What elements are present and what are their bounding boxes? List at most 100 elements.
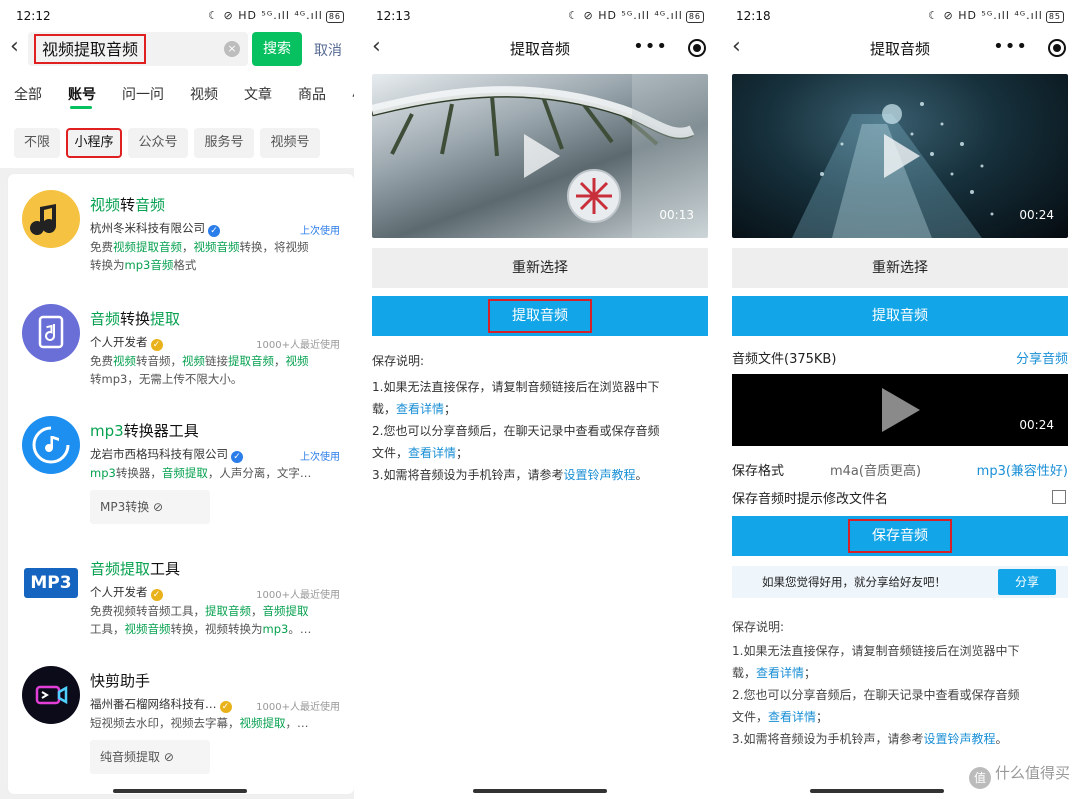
status-icons: ☾ ⊘ HD ⁵ᴳ.ıll ⁴ᴳ.ıll 86 bbox=[208, 9, 344, 23]
result-developer: 杭州冬米科技有限公司 ✓ bbox=[90, 220, 220, 237]
save-audio-highlight: 保存音频 bbox=[848, 519, 952, 553]
share-button[interactable]: 分享 bbox=[998, 569, 1056, 595]
back-arrow-icon[interactable]: ‹ bbox=[10, 34, 19, 59]
result-meta: 上次使用 bbox=[300, 452, 340, 463]
save-audio-button[interactable]: 保存音频 bbox=[732, 516, 1068, 556]
result-meta: 上次使用 bbox=[300, 226, 340, 237]
details-link[interactable]: 查看详情 bbox=[756, 666, 804, 680]
music-file-icon bbox=[22, 304, 80, 362]
result-developer: 龙岩市西格玛科技有限公司 ✓ bbox=[90, 446, 243, 463]
close-mini-program-icon[interactable] bbox=[1048, 39, 1066, 57]
video-camera-icon bbox=[22, 666, 80, 724]
mp3-convert-button[interactable]: MP3转换 ⊘ bbox=[90, 490, 210, 524]
status-icons: ☾ ⊘ HD ⁵ᴳ.ıll ⁴ᴳ.ıll 86 bbox=[568, 9, 704, 23]
save-format-label: 保存格式 bbox=[732, 464, 785, 479]
details-link[interactable]: 查看详情 bbox=[768, 710, 816, 724]
status-time: 12:18 bbox=[736, 9, 771, 23]
format-mp3-option[interactable]: mp3(兼容性好) bbox=[977, 460, 1068, 479]
play-icon[interactable] bbox=[524, 134, 560, 178]
watermark: 值什么值得买 bbox=[968, 762, 1070, 789]
save-notes: 保存说明: 1.如果无法直接保存，请复制音频链接后在浏览器中下 载，查看详情； … bbox=[372, 350, 706, 486]
details-link[interactable]: 查看详情 bbox=[396, 402, 444, 416]
battery-icon: 85 bbox=[1045, 11, 1064, 23]
rename-row: 保存音频时提示修改文件名 bbox=[732, 488, 1068, 507]
result-developer: 个人开发者 ✓ bbox=[90, 584, 163, 601]
share-audio-link[interactable]: 分享音频 bbox=[1016, 348, 1068, 367]
list-item[interactable]: mp3转换器工具 龙岩市西格玛科技有限公司 ✓ 上次使用 mp3转换器，音频提取，… bbox=[8, 402, 354, 540]
extract-audio-button[interactable]: 提取音频 bbox=[732, 296, 1068, 336]
chip-mini-program[interactable]: 小程序 bbox=[66, 128, 122, 158]
list-item[interactable]: MP3 音频提取工具 个人开发者 ✓ 1000+人最近使用 免费视频转音频工具，提… bbox=[8, 540, 354, 652]
category-tabs: 全部 账号 问一问 视频 文章 商品 小 bbox=[0, 84, 360, 109]
chip-official-account[interactable]: 公众号 bbox=[128, 128, 188, 158]
result-meta: 1000+人最近使用 bbox=[256, 702, 340, 713]
chip-channels[interactable]: 视频号 bbox=[260, 128, 320, 158]
video-duration: 00:13 bbox=[659, 208, 694, 222]
format-m4a-option[interactable]: m4a(音质更高) bbox=[830, 460, 921, 479]
video-player[interactable]: 00:24 bbox=[732, 74, 1068, 238]
ringtone-tutorial-link[interactable]: 设置铃声教程 bbox=[563, 468, 635, 482]
tab-all[interactable]: 全部 bbox=[14, 84, 42, 104]
search-query-highlight: 视频提取音频 bbox=[34, 34, 147, 64]
cancel-button[interactable]: 取消 bbox=[314, 40, 342, 60]
active-tab-underline bbox=[70, 106, 92, 109]
audio-player[interactable]: 00:24 bbox=[732, 374, 1068, 446]
clear-icon[interactable]: × bbox=[224, 41, 240, 57]
share-banner: 如果您觉得好用，就分享给好友吧！ 分享 bbox=[732, 566, 1068, 598]
audio-file-row: 音频文件(375KB) 分享音频 bbox=[732, 348, 1068, 367]
extract-audio-screen-after: 12:18 ☾ ⊘ HD ⁵ᴳ.ıll ⁴ᴳ.ıll 85 ‹ 提取音频 ••• … bbox=[720, 0, 1080, 799]
chip-service-account[interactable]: 服务号 bbox=[194, 128, 254, 158]
verified-icon: ✓ bbox=[150, 339, 163, 351]
search-input[interactable]: 视频提取音频 × bbox=[28, 32, 248, 66]
result-title: 音频转换提取 bbox=[90, 310, 181, 328]
result-description: 免费视频转音频工具，提取音频，音频提取 工具，视频音频转换，视频转换为mp3。… bbox=[90, 604, 312, 636]
list-item[interactable]: 快剪助手 福州番石榴网络科技有… ✓ 1000+人最近使用 短视频去水印，视频去字… bbox=[8, 652, 354, 794]
save-format-row: 保存格式 m4a(音质更高) mp3(兼容性好) bbox=[732, 460, 1068, 479]
chip-unlimited[interactable]: 不限 bbox=[14, 128, 60, 158]
close-mini-program-icon[interactable] bbox=[688, 39, 706, 57]
status-bar: 12:18 ☾ ⊘ HD ⁵ᴳ.ıll ⁴ᴳ.ıll 85 bbox=[720, 0, 1080, 32]
tab-article[interactable]: 文章 bbox=[244, 84, 272, 104]
verified-icon: ✓ bbox=[231, 451, 243, 463]
extract-audio-button[interactable]: 提取音频 bbox=[372, 296, 708, 336]
result-meta: 1000+人最近使用 bbox=[256, 340, 340, 351]
verified-icon: ✓ bbox=[208, 225, 220, 237]
rename-checkbox[interactable] bbox=[1052, 490, 1066, 504]
list-item[interactable]: 音频转换提取 个人开发者 ✓ 1000+人最近使用 免费视频转音频，视频链接提取音… bbox=[8, 290, 354, 402]
result-title: mp3转换器工具 bbox=[90, 422, 199, 440]
result-developer: 个人开发者 ✓ bbox=[90, 334, 163, 351]
audio-sync-icon bbox=[22, 416, 80, 474]
mp3-logo-icon: MP3 bbox=[22, 554, 80, 612]
tab-account[interactable]: 账号 bbox=[68, 84, 96, 104]
home-indicator bbox=[113, 789, 247, 793]
result-title: 快剪助手 bbox=[90, 672, 151, 690]
result-title: 音频提取工具 bbox=[90, 560, 181, 578]
tab-goods[interactable]: 商品 bbox=[298, 84, 326, 104]
reselect-button[interactable]: 重新选择 bbox=[732, 248, 1068, 288]
battery-icon: 86 bbox=[325, 11, 344, 23]
status-bar: 12:13 ☾ ⊘ HD ⁵ᴳ.ıll ⁴ᴳ.ıll 86 bbox=[360, 0, 720, 32]
more-icon[interactable]: ••• bbox=[633, 36, 668, 57]
reselect-button[interactable]: 重新选择 bbox=[372, 248, 708, 288]
play-icon[interactable] bbox=[884, 134, 920, 178]
notes-title: 保存说明: bbox=[732, 620, 785, 634]
tab-video[interactable]: 视频 bbox=[190, 84, 218, 104]
audio-extract-button[interactable]: 纯音频提取 ⊘ bbox=[90, 740, 210, 774]
share-banner-text: 如果您觉得好用，就分享给好友吧！ bbox=[762, 575, 946, 589]
result-description: mp3转换器，音频提取，人声分离，文字… bbox=[90, 466, 312, 480]
extract-audio-screen-before: 12:13 ☾ ⊘ HD ⁵ᴳ.ıll ⁴ᴳ.ıll 86 ‹ 提取音频 ••• … bbox=[360, 0, 720, 799]
search-results-screen: 12:12 ☾ ⊘ HD ⁵ᴳ.ıll ⁴ᴳ.ıll 86 ‹ 视频提取音频 × … bbox=[0, 0, 360, 799]
video-player[interactable]: 00:13 bbox=[372, 74, 708, 238]
details-link[interactable]: 查看详情 bbox=[408, 446, 456, 460]
audio-file-label: 音频文件(375KB) bbox=[732, 352, 837, 367]
list-item[interactable]: 视频转音频 杭州冬米科技有限公司 ✓ 上次使用 免费视频提取音频，视频音频转换，将… bbox=[8, 174, 354, 290]
more-icon[interactable]: ••• bbox=[993, 36, 1028, 57]
play-icon[interactable] bbox=[882, 388, 920, 432]
video-duration: 00:24 bbox=[1019, 208, 1054, 222]
search-button[interactable]: 搜索 bbox=[252, 32, 302, 66]
filter-chips: 不限 小程序 公众号 服务号 视频号 bbox=[14, 128, 360, 158]
audio-duration: 00:24 bbox=[1019, 418, 1054, 432]
tab-ask[interactable]: 问一问 bbox=[122, 84, 164, 104]
verified-icon: ✓ bbox=[150, 589, 163, 601]
ringtone-tutorial-link[interactable]: 设置铃声教程 bbox=[923, 732, 995, 746]
